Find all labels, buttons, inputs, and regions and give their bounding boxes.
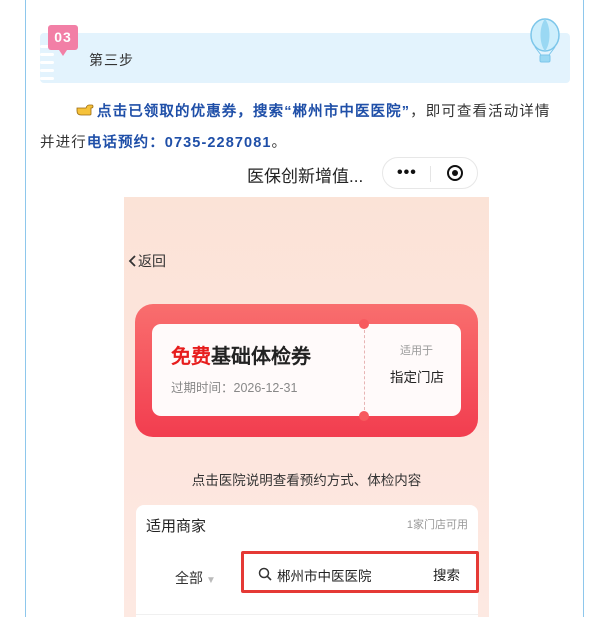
store-count: 1家门店可用	[406, 519, 468, 531]
miniapp-screen: 返回 免费基础体检券 过期时间：2026-12-31 适用于 指定门店 点击医院…	[124, 197, 489, 617]
capsule-divider	[430, 166, 431, 182]
search-icon	[258, 567, 272, 581]
more-dots-icon[interactable]: •••	[397, 165, 417, 181]
region-filter-dropdown[interactable]: 全部 ▼	[175, 568, 216, 588]
caret-down-icon: ▼	[206, 575, 216, 586]
instruction-line-2: 并进行电话预约：0735-2287081。	[40, 131, 575, 152]
coupon-free-label: 免费	[171, 346, 211, 368]
coupon-divider	[364, 330, 365, 410]
merchants-card: 适用商家 1家门店可用 全部 ▼ 郴州市中医医院 搜索	[136, 505, 479, 617]
miniapp-capsule-menu[interactable]: •••	[382, 157, 478, 189]
hospital-info-hint: 点击医院说明查看预约方式、体检内容	[191, 473, 422, 488]
filter-label: 全部	[175, 570, 203, 586]
coupon-notch-bottom	[359, 411, 369, 421]
balloon-icon	[530, 18, 560, 63]
search-input[interactable]: 郴州市中医医院	[277, 565, 372, 585]
coupon-scope-label: 适用于	[400, 345, 433, 357]
miniapp-title: 医保创新增值...	[247, 167, 364, 186]
instruction-end: 。	[271, 135, 288, 151]
instruction-line-1: 点击已领取的优惠券，搜索“郴州市中医医院”，即可查看活动详情	[40, 100, 575, 121]
card-divider	[136, 614, 478, 615]
coupon-title: 免费基础体检券	[171, 340, 311, 369]
instruction-highlight-search: 点击已领取的优惠券，搜索“郴州市中医医院”	[97, 104, 411, 120]
phone-booking-text: 电话预约：0735-2287081	[86, 135, 272, 151]
coupon-scope-value: 指定门店	[390, 370, 444, 385]
chevron-left-icon	[128, 255, 136, 267]
close-target-icon[interactable]	[447, 165, 463, 181]
instruction-prefix: 并进行	[40, 135, 87, 151]
coupon-name: 基础体检券	[211, 346, 311, 368]
coupon-ticket: 免费基础体检券 过期时间：2026-12-31 适用于 指定门店	[152, 319, 461, 421]
banner-stripes	[40, 45, 54, 83]
merchants-title: 适用商家	[146, 518, 207, 535]
back-label: 返回	[138, 253, 166, 269]
coupon-notch-top	[359, 319, 369, 329]
pointing-hand-icon	[76, 102, 94, 120]
back-button[interactable]: 返回	[128, 251, 166, 271]
search-button[interactable]: 搜索	[433, 564, 460, 584]
merchant-search-bar[interactable]: 郴州市中医医院 搜索	[241, 551, 479, 593]
instruction-text: ，即可查看活动详情	[410, 104, 551, 120]
step-number-badge: 03	[48, 25, 78, 56]
coupon-card[interactable]: 免费基础体检券 过期时间：2026-12-31 适用于 指定门店	[135, 304, 478, 437]
step-label: 第三步	[89, 52, 134, 68]
coupon-expiry: 过期时间：2026-12-31	[171, 381, 298, 395]
